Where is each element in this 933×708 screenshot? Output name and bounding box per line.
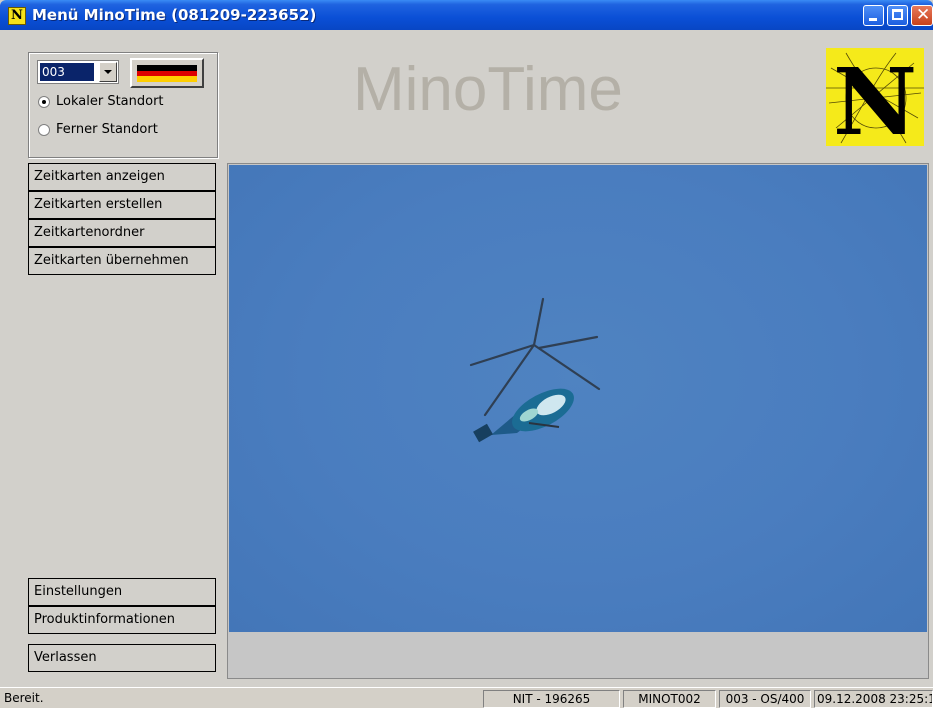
close-button[interactable]: ✕ <box>911 5 933 26</box>
close-icon: ✕ <box>916 5 931 25</box>
radio-remote-label: Ferner Standort <box>56 122 158 137</box>
location-combo-value: 003 <box>40 63 94 81</box>
nav-show-timecards[interactable]: Zeitkarten anzeigen <box>28 163 216 191</box>
app-icon[interactable]: N <box>8 7 26 25</box>
flag-stripe-gold <box>137 76 197 82</box>
maximize-icon <box>892 9 903 20</box>
maximize-button[interactable] <box>887 5 908 26</box>
minimize-button[interactable] <box>863 5 884 26</box>
status-location: 003 - OS/400 <box>719 690 811 708</box>
status-datetime: 09.12.2008 23:25:12 <box>814 690 933 708</box>
chevron-down-icon <box>104 70 112 74</box>
radio-local-label: Lokaler Standort <box>56 94 164 109</box>
title-bar[interactable]: N Menü MinoTime (081209-223652) ✕ <box>0 0 933 30</box>
status-text: Bereit. <box>4 691 44 705</box>
nav-timecard-folder[interactable]: Zeitkartenordner <box>28 219 216 247</box>
nav-import-timecards[interactable]: Zeitkarten übernehmen <box>28 247 216 275</box>
app-heading: MinoTime <box>353 55 623 124</box>
german-flag-icon <box>137 65 197 82</box>
status-machine: MINOT002 <box>623 690 716 708</box>
status-bar: Bereit. NIT - 196265 MINOT002 003 - OS/4… <box>0 687 933 708</box>
nav-product-info[interactable]: Produktinformationen <box>28 606 216 634</box>
combo-dropdown-button[interactable] <box>99 62 117 82</box>
logo-image: N <box>826 48 924 156</box>
window-title: Menü MinoTime (081209-223652) <box>32 6 317 24</box>
logo-graphic: N <box>826 48 924 156</box>
minimize-icon <box>869 18 877 21</box>
language-button[interactable] <box>130 58 204 88</box>
app-window: N Menü MinoTime (081209-223652) ✕ 003 Lo… <box>0 0 933 708</box>
status-license: NIT - 196265 <box>483 690 620 708</box>
helicopter-graphic <box>469 297 601 443</box>
radio-remote-button[interactable] <box>38 124 50 136</box>
location-combo[interactable]: 003 <box>37 60 119 84</box>
helicopter-image <box>229 165 927 632</box>
nav-settings[interactable]: Einstellungen <box>28 578 216 606</box>
exit-button[interactable]: Verlassen <box>28 644 216 672</box>
logo-letter: N <box>833 48 917 146</box>
radio-local-button[interactable] <box>38 96 50 108</box>
nav-create-timecards[interactable]: Zeitkarten erstellen <box>28 191 216 219</box>
